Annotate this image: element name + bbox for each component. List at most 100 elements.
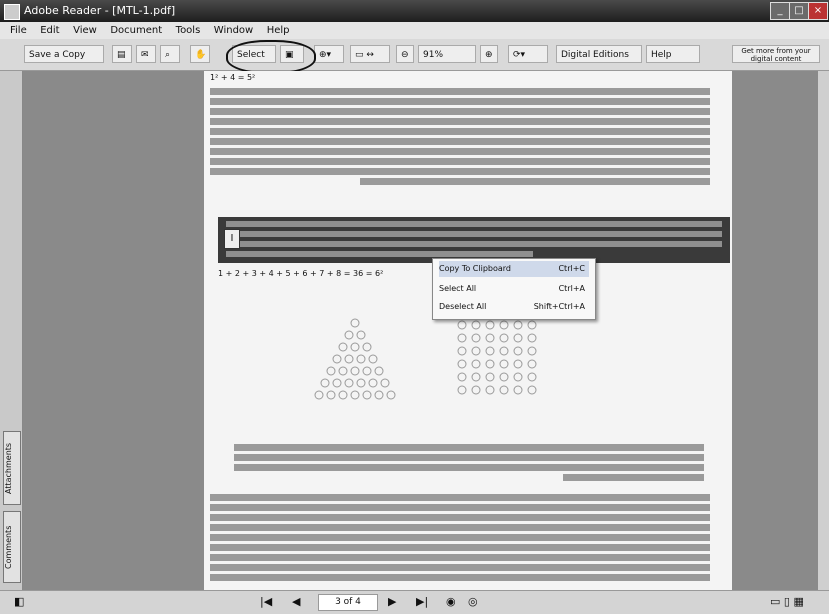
menu-tools[interactable]: Tools <box>176 22 201 39</box>
menu-help[interactable]: Help <box>267 22 290 39</box>
square-dot <box>499 333 509 343</box>
menu-document[interactable]: Document <box>110 22 162 39</box>
help-button[interactable]: Help <box>646 45 700 63</box>
triangle-dot <box>362 366 372 376</box>
attachments-tab[interactable]: Attachments <box>3 431 21 505</box>
print-icon[interactable]: ▤ <box>112 45 132 63</box>
triangle-dot <box>326 390 336 400</box>
square-dot <box>457 320 467 330</box>
triangle-dot <box>326 366 336 376</box>
equation-mid: 1 + 2 + 3 + 4 + 5 + 6 + 7 + 8 = 36 = 6² <box>218 269 384 278</box>
minimize-button[interactable]: _ <box>770 2 790 20</box>
comments-tab[interactable]: Comments <box>3 511 21 583</box>
menu-bar: File Edit View Document Tools Window Hel… <box>0 22 829 39</box>
maximize-button[interactable]: □ <box>789 2 809 20</box>
annotation-circle <box>226 40 316 74</box>
triangle-dot <box>350 342 360 352</box>
menu-window[interactable]: Window <box>214 22 253 39</box>
triangle-dot <box>386 390 396 400</box>
square-dot <box>499 320 509 330</box>
layout-icons[interactable]: ▭ ▯ ▦ <box>770 595 804 608</box>
hand-tool-icon[interactable]: ✋ <box>190 45 210 63</box>
deselect-all-item[interactable]: Deselect All Shift+Ctrl+A <box>439 299 589 315</box>
square-dot <box>485 333 495 343</box>
paragraph-2 <box>234 441 704 484</box>
app-icon <box>4 4 20 20</box>
square-dot <box>457 333 467 343</box>
paragraph-3 <box>210 491 710 584</box>
page-fit-icons[interactable]: ▭ ↔ <box>350 45 390 63</box>
zoom-in-small-icon[interactable]: ⊕ <box>480 45 498 63</box>
rotate-icon[interactable]: ⟳▾ <box>508 45 548 63</box>
square-dot <box>471 333 481 343</box>
menu-view[interactable]: View <box>73 22 97 39</box>
triangle-dot <box>350 366 360 376</box>
menu-edit[interactable]: Edit <box>40 22 59 39</box>
triangle-dot <box>356 378 366 388</box>
square-dot <box>485 385 495 395</box>
page-number-field[interactable]: 3 of 4 <box>318 594 378 611</box>
triangle-dot <box>332 378 342 388</box>
triangle-dot <box>362 390 372 400</box>
triangle-dot-figure <box>314 318 396 400</box>
next-page-icon[interactable]: ▶ <box>388 595 396 608</box>
square-dot <box>513 385 523 395</box>
square-dot <box>527 372 537 382</box>
square-dot <box>457 372 467 382</box>
triangle-dot <box>344 354 354 364</box>
window-title: Adobe Reader - [MTL-1.pdf] <box>24 4 176 17</box>
triangle-dot <box>350 390 360 400</box>
last-page-icon[interactable]: ▶| <box>416 595 428 608</box>
context-menu: Copy To Clipboard Ctrl+C Select All Ctrl… <box>432 258 596 320</box>
square-dot <box>499 346 509 356</box>
square-dot <box>527 320 537 330</box>
square-dot <box>485 346 495 356</box>
triangle-dot <box>314 390 324 400</box>
first-page-icon[interactable]: |◀ <box>260 595 272 608</box>
zoom-out-icon[interactable]: ⊖ <box>396 45 414 63</box>
triangle-dot <box>368 378 378 388</box>
selected-text-block[interactable] <box>218 217 730 263</box>
prev-page-icon[interactable]: ◀ <box>292 595 300 608</box>
square-dot <box>457 359 467 369</box>
square-dot <box>527 359 537 369</box>
save-status-icon[interactable]: ◧ <box>14 595 24 608</box>
menu-file[interactable]: File <box>10 22 27 39</box>
triangle-dot <box>374 366 384 376</box>
square-dot <box>485 320 495 330</box>
email-icon[interactable]: ✉ <box>136 45 156 63</box>
back-view-icon[interactable]: ◉ <box>446 595 456 608</box>
square-dot <box>471 385 481 395</box>
zoom-level-field[interactable]: 91% <box>418 45 476 63</box>
close-button[interactable]: × <box>808 2 828 20</box>
vertical-scrollbar[interactable] <box>818 71 829 590</box>
triangle-dot <box>362 342 372 352</box>
square-dot <box>513 320 523 330</box>
square-dot <box>513 333 523 343</box>
square-dot-figure <box>457 320 537 395</box>
navigation-panel: Comments Attachments <box>0 71 23 590</box>
get-more-button[interactable]: Get more from your digital content <box>732 45 820 63</box>
copy-to-clipboard-item[interactable]: Copy To Clipboard Ctrl+C <box>439 261 589 277</box>
square-dot <box>471 372 481 382</box>
select-all-item[interactable]: Select All Ctrl+A <box>439 281 589 297</box>
digital-editions-button[interactable]: Digital Editions <box>556 45 642 63</box>
triangle-dot <box>356 330 366 340</box>
square-dot <box>457 385 467 395</box>
square-dot <box>513 359 523 369</box>
triangle-dot <box>344 378 354 388</box>
zoom-in-icon[interactable]: ⊕▾ <box>314 45 344 63</box>
triangle-dot <box>356 354 366 364</box>
triangle-dot <box>368 354 378 364</box>
find-icon[interactable]: ⌕ <box>160 45 180 63</box>
square-dot <box>499 372 509 382</box>
status-bar: ◧ |◀ ◀ 3 of 4 ▶ ▶| ◉ ◎ ▭ ▯ ▦ <box>0 590 829 614</box>
square-dot <box>513 346 523 356</box>
square-dot <box>527 346 537 356</box>
square-dot <box>513 372 523 382</box>
forward-view-icon[interactable]: ◎ <box>468 595 478 608</box>
triangle-dot <box>332 354 342 364</box>
save-copy-button[interactable]: Save a Copy <box>24 45 104 63</box>
square-dot <box>471 346 481 356</box>
square-dot <box>499 359 509 369</box>
